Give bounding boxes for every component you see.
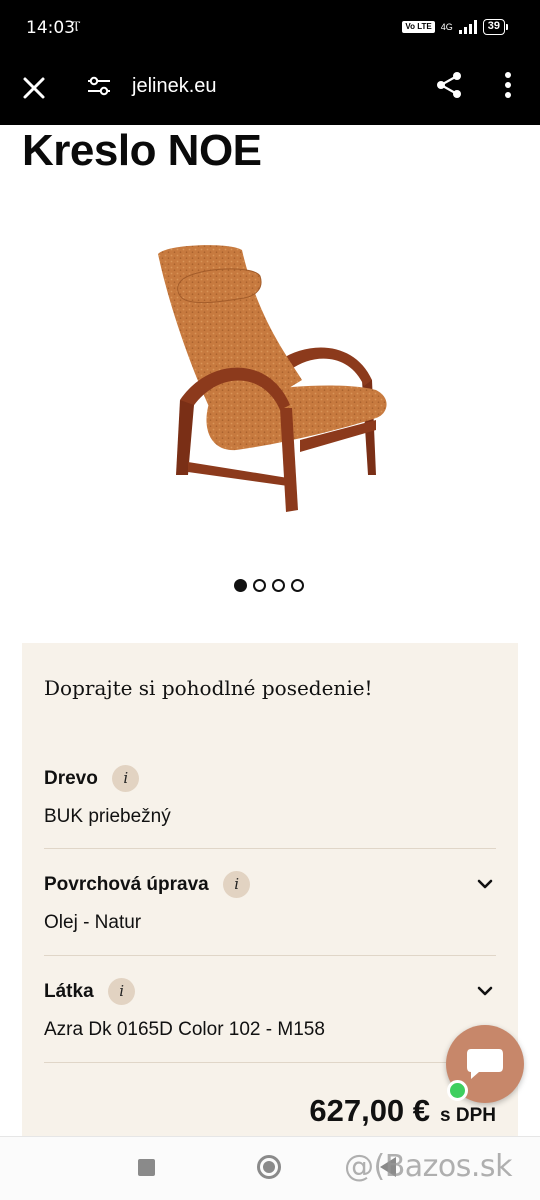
attribute-fabric[interactable]: Látka i Azra Dk 0165D Color 102 - M158 — [44, 978, 496, 1063]
volte-icon: Vo LTE — [402, 21, 435, 33]
attribute-value: Olej - Natur — [44, 912, 142, 933]
info-icon[interactable]: i — [112, 765, 140, 792]
network-type: 4G — [440, 21, 453, 32]
browser-toolbar: jelinek.eu — [0, 58, 540, 125]
attribute-wood: Drevo i BUK priebežný — [44, 765, 496, 849]
attribute-surface-finish[interactable]: Povrchová úprava i Olej - Natur — [44, 871, 496, 956]
share-icon[interactable] — [434, 70, 464, 100]
more-options-icon[interactable] — [496, 70, 520, 100]
product-price: 627,00 € — [309, 1093, 431, 1128]
attribute-label: Povrchová úprava — [44, 873, 209, 895]
attribute-value: BUK priebežný — [44, 806, 171, 827]
close-icon[interactable] — [18, 72, 50, 104]
status-time: 14:03 — [26, 18, 75, 38]
home-button[interactable] — [257, 1155, 281, 1179]
carousel-dot-3[interactable] — [272, 579, 285, 592]
chevron-down-icon[interactable] — [476, 875, 494, 893]
info-icon[interactable]: i — [108, 978, 136, 1005]
status-bar: 14:03 Ⲧ Vo LTE 4G 39 — [0, 0, 540, 58]
recent-apps-button[interactable] — [138, 1159, 155, 1176]
battery-icon: 39 — [482, 19, 508, 35]
carousel-dot-4[interactable] — [291, 579, 304, 592]
battery-level: 39 — [482, 19, 505, 35]
product-title: Kreslo NOE — [22, 126, 262, 175]
notification-icon: Ⲧ — [72, 18, 81, 34]
chevron-down-icon[interactable] — [476, 982, 494, 1000]
vat-label: s DPH — [440, 1105, 496, 1126]
status-indicators: Vo LTE 4G 39 — [402, 19, 508, 35]
watermark: @(Bazos.sk — [344, 1149, 512, 1184]
carousel-dot-2[interactable] — [253, 579, 266, 592]
product-details-panel: Doprajte si pohodlné posedenie! Drevo i … — [22, 643, 518, 1153]
signal-icon — [458, 20, 477, 34]
chat-bubble-icon — [467, 1049, 503, 1079]
attribute-label: Drevo — [44, 767, 98, 789]
info-icon[interactable]: i — [223, 871, 251, 898]
carousel-dots — [234, 579, 304, 592]
site-settings-icon[interactable] — [86, 73, 112, 99]
url-text[interactable]: jelinek.eu — [132, 75, 217, 98]
attribute-value: Azra Dk 0165D Color 102 - M158 — [44, 1019, 325, 1040]
attribute-label: Látka — [44, 980, 94, 1002]
online-status-indicator — [447, 1080, 468, 1101]
product-image[interactable] — [140, 230, 400, 520]
carousel-dot-1[interactable] — [234, 579, 247, 592]
product-tagline: Doprajte si pohodlné posedenie! — [44, 676, 373, 700]
navigation-bar: @(Bazos.sk — [0, 1136, 540, 1200]
